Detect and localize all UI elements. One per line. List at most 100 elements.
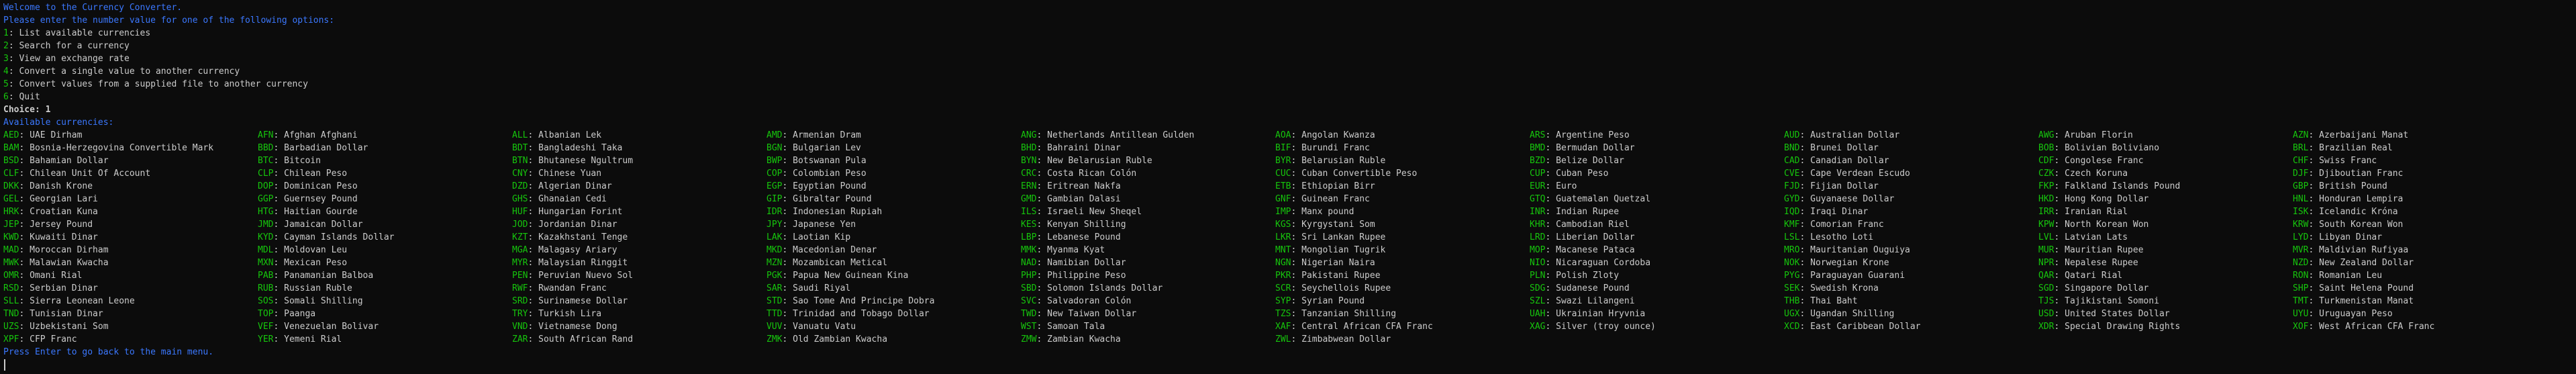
- currency-entry: PKR: Pakistani Rupee: [1275, 271, 1381, 281]
- currency-entry: JPY: Japanese Yen: [766, 220, 856, 230]
- currency-code: GIP: [766, 194, 783, 204]
- menu-option-number: 6: [3, 92, 9, 102]
- currency-code: ILS: [1021, 207, 1037, 217]
- currency-entry: TND: Tunisian Dinar: [3, 309, 103, 319]
- currency-code: DZD: [512, 181, 528, 191]
- currency-name: Burundi Franc: [1301, 143, 1370, 153]
- currency-name: Central African CFA Franc: [1301, 322, 1433, 332]
- currency-entry: HKD: Hong Kong Dollar: [2038, 194, 2149, 204]
- menu-option-number: 3: [3, 54, 9, 64]
- currency-name: Czech Koruna: [2065, 169, 2128, 179]
- currency-code: AED: [3, 130, 19, 140]
- currency-code: CZK: [2038, 169, 2054, 179]
- currency-code: CUC: [1275, 169, 1291, 179]
- currency-entry: GBP: British Pound: [2293, 181, 2387, 191]
- currency-entry: VEF: Venezuelan Bolivar: [258, 322, 379, 332]
- currency-entry: LKR: Sri Lankan Rupee: [1275, 232, 1386, 242]
- currency-code: KGS: [1275, 220, 1291, 230]
- currency-name: Polish Zloty: [1556, 271, 1620, 281]
- currency-name: Guatemalan Quetzal: [1556, 194, 1651, 204]
- menu-option-number: 1: [3, 28, 9, 38]
- currency-entry: XDR: Special Drawing Rights: [2038, 322, 2181, 332]
- currency-name: Latvian Lats: [2065, 232, 2128, 242]
- currency-entry: SRD: Surinamese Dollar: [512, 296, 628, 306]
- currency-name: Chinese Yuan: [538, 169, 602, 179]
- currency-name: Kenyan Shilling: [1047, 220, 1126, 230]
- currency-code: GHS: [512, 194, 528, 204]
- currency-entry: TMT: Turkmenistan Manat: [2293, 296, 2414, 306]
- currency-entry: QAR: Qatari Rial: [2038, 271, 2123, 281]
- currency-code: KPW: [2038, 220, 2054, 230]
- currency-code: BTN: [512, 156, 528, 166]
- currency-name: North Korean Won: [2065, 220, 2149, 230]
- currency-code: ERN: [1021, 181, 1037, 191]
- currency-name: Lebanese Pound: [1047, 232, 1121, 242]
- currency-code: SAR: [766, 283, 783, 293]
- currency-entry: ILS: Israeli New Sheqel: [1021, 207, 1142, 217]
- currency-entry: BWP: Botswanan Pula: [766, 156, 866, 166]
- currency-code: LAK: [766, 232, 783, 242]
- currency-name: Japanese Yen: [793, 220, 856, 230]
- currency-name: Iraqi Dinar: [1810, 207, 1869, 217]
- currency-name: New Belarusian Ruble: [1047, 156, 1152, 166]
- currency-entry: BGN: Bulgarian Lev: [766, 143, 861, 153]
- currency-name: Maldivian Rufiyaa: [2319, 245, 2409, 255]
- currency-entry: MXN: Mexican Peso: [258, 258, 348, 268]
- currency-code: BHD: [1021, 143, 1037, 153]
- currency-name: Swiss Franc: [2319, 156, 2377, 166]
- currency-name: Sri Lankan Rupee: [1301, 232, 1386, 242]
- currency-name: Hong Kong Dollar: [2065, 194, 2149, 204]
- currency-entry: IRR: Iranian Rial: [2038, 207, 2128, 217]
- input-line[interactable]: [3, 359, 2576, 371]
- currency-entry: BAM: Bosnia-Herzegovina Convertible Mark: [3, 143, 214, 153]
- currency-name: Fijian Dollar: [1810, 181, 1879, 191]
- currency-code: LSL: [1784, 232, 1800, 242]
- currency-name: Swedish Krona: [1810, 283, 1879, 293]
- currency-code: SLL: [3, 296, 19, 306]
- currency-code: GGP: [258, 194, 274, 204]
- currency-code: BMD: [1530, 143, 1546, 153]
- currency-entry: EGP: Egyptian Pound: [766, 181, 866, 191]
- currency-entry: BYN: New Belarusian Ruble: [1021, 156, 1152, 166]
- currency-name: Nicaraguan Cordoba: [1556, 258, 1651, 268]
- currency-entry: AFN: Afghan Afghani: [258, 130, 358, 140]
- currency-code: BSD: [3, 156, 19, 166]
- currency-entry: DKK: Danish Krone: [3, 181, 93, 191]
- currency-name: United States Dollar: [2065, 309, 2170, 319]
- currency-name: Russian Ruble: [284, 283, 352, 293]
- currency-name: Euro: [1556, 181, 1577, 191]
- currency-name: Indonesian Rupiah: [793, 207, 883, 217]
- currency-code: UZS: [3, 322, 19, 332]
- currency-entry: GMD: Gambian Dalasi: [1021, 194, 1121, 204]
- currency-name: Syrian Pound: [1301, 296, 1365, 306]
- currency-name: Kyrgystani Som: [1301, 220, 1375, 230]
- currency-name: Namibian Dollar: [1047, 258, 1126, 268]
- currency-name: Lesotho Loti: [1810, 232, 1874, 242]
- terminal-window[interactable]: Welcome to the Currency Converter. Pleas…: [0, 0, 2576, 374]
- currency-entry: LYD: Libyan Dinar: [2293, 232, 2383, 242]
- currency-name: Congolese Franc: [2065, 156, 2144, 166]
- currency-name: Uzbekistani Som: [30, 322, 109, 332]
- currency-code: OMR: [3, 271, 19, 281]
- currency-code: ANG: [1021, 130, 1037, 140]
- currency-code: TOP: [258, 309, 274, 319]
- currency-name: Gambian Dalasi: [1047, 194, 1121, 204]
- currency-entry: VND: Vietnamese Dong: [512, 322, 617, 332]
- currency-entry: GEL: Georgian Lari: [3, 194, 98, 204]
- currency-entry: UYU: Uruguayan Peso: [2293, 309, 2393, 319]
- currency-code: SBD: [1021, 283, 1037, 293]
- currency-name: Zimbabwean Dollar: [1301, 334, 1391, 344]
- menu-option: 4: Convert a single value to another cur…: [3, 66, 240, 77]
- currency-entry: THB: Thai Baht: [1784, 296, 1858, 306]
- currency-code: XAG: [1530, 322, 1546, 332]
- currency-entry: KRW: South Korean Won: [2293, 220, 2404, 230]
- currency-name: Bermudan Dollar: [1556, 143, 1635, 153]
- currency-entry: TTD: Trinidad and Tobago Dollar: [766, 309, 930, 319]
- menu-option-number: 4: [3, 66, 9, 77]
- currency-entry: PLN: Polish Zloty: [1530, 271, 1620, 281]
- currency-code: MAD: [3, 245, 19, 255]
- menu-option: 1: List available currencies: [3, 28, 151, 38]
- currency-code: HKD: [2038, 194, 2054, 204]
- currency-code: XDR: [2038, 322, 2054, 332]
- currency-entry: DOP: Dominican Peso: [258, 181, 358, 191]
